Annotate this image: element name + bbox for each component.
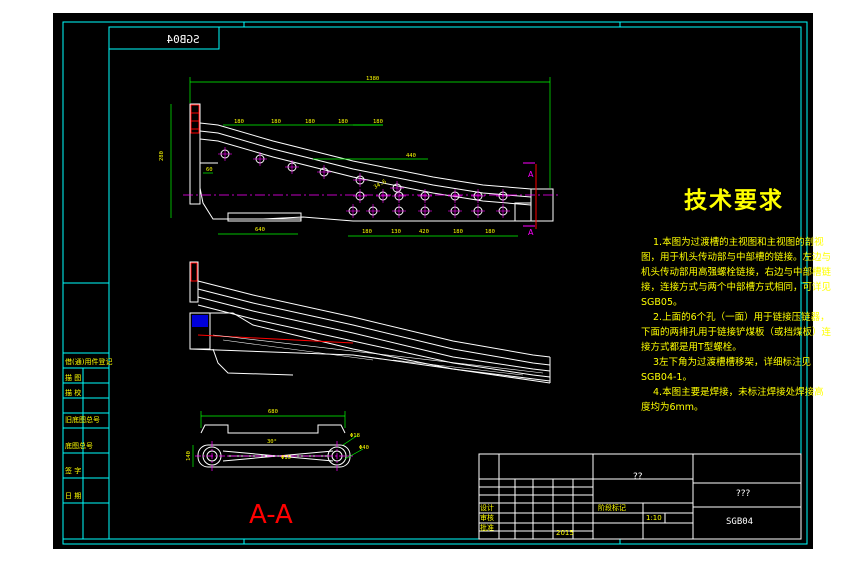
dim-section-width: 680 bbox=[268, 409, 278, 415]
scale-value: 1:10 bbox=[646, 514, 662, 522]
dim-text-34: 34.6 bbox=[373, 179, 387, 191]
section-hatch-blue bbox=[192, 315, 208, 327]
date-value: 2015 bbox=[556, 529, 574, 537]
requirement-note: 1.本图为过渡槽的主视图和主视图的剖视图，用于机头传动部与中部槽的链接。左边与机… bbox=[641, 237, 832, 308]
dim-spacing-b: 180 bbox=[271, 119, 281, 125]
dim-bot-180a: 180 bbox=[362, 229, 372, 235]
title-block-text: ?? ??? SGB04 阶段标记 1:10 设计 审核 批准 2015 bbox=[480, 472, 753, 537]
strip-label: 签 字 bbox=[65, 466, 81, 475]
dim-bottom-640: 640 bbox=[255, 227, 265, 233]
main-dim-text: 1380 180 180 180 180 180 440 640 180 130… bbox=[159, 76, 495, 235]
dim-hole-dia: Φ18 bbox=[350, 433, 360, 439]
dim-spacing-c: 180 bbox=[305, 119, 315, 125]
dim-rod-dia: Φ40 bbox=[359, 445, 369, 451]
approve-label: 批准 bbox=[480, 523, 494, 532]
check-label: 审核 bbox=[480, 513, 494, 522]
strip-label: 借(通)用件登记 bbox=[65, 357, 112, 366]
drawing-code-titleblock: SGB04 bbox=[726, 517, 753, 527]
main-view bbox=[189, 103, 554, 222]
dim-bot-130: 130 bbox=[391, 229, 401, 235]
drawing-code-topleft: SGB04 bbox=[166, 33, 199, 46]
company-name: ??? bbox=[736, 489, 751, 499]
strip-label: 日 期 bbox=[65, 492, 81, 500]
section-mark-bottom: A bbox=[528, 228, 534, 237]
requirements-title: 技术要求 bbox=[684, 188, 784, 214]
sectional-view bbox=[189, 261, 551, 384]
dim-left-60: 60 bbox=[206, 167, 213, 173]
dim-spacing-d: 180 bbox=[338, 119, 348, 125]
requirement-note: 3左下角为过渡槽槽移架，详细标注见SGB04-1。 bbox=[641, 357, 812, 383]
strip-label: 旧底图总号 bbox=[65, 415, 100, 424]
part-name: ?? bbox=[633, 472, 643, 482]
dim-bot-180c: 180 bbox=[485, 229, 495, 235]
dim-spacing-a: 180 bbox=[234, 119, 244, 125]
dim-spacing-e: 180 bbox=[373, 119, 383, 125]
strip-label: 描 图 bbox=[65, 373, 81, 382]
strip-label: 底图总号 bbox=[65, 441, 93, 450]
dim-height-280: 280 bbox=[159, 151, 165, 161]
aa-section-view bbox=[197, 424, 351, 468]
cad-viewport[interactable]: 1380 180 180 180 180 180 440 640 180 130… bbox=[53, 13, 831, 549]
dim-phi15: Φ15 bbox=[281, 455, 291, 461]
section-mark-top: A bbox=[528, 170, 534, 179]
requirement-note: 4.本图主要是焊接，未标注焊接处焊接高度均为6mm。 bbox=[641, 387, 824, 413]
stage-label: 阶段标记 bbox=[598, 503, 626, 512]
dim-section-height: 140 bbox=[186, 451, 192, 461]
dim-span-440: 440 bbox=[406, 153, 416, 159]
dim-bot-420: 420 bbox=[419, 229, 429, 235]
section-red-accents bbox=[190, 262, 354, 344]
requirements-notes: 1.本图为过渡槽的主视图和主视图的剖视图，用于机头传动部与中部槽的链接。左边与机… bbox=[641, 235, 831, 415]
dim-angle: 30° bbox=[267, 439, 277, 445]
requirement-note: 2.上面的6个孔（一面）用于链接压链器，下面的两排孔用于链接铲煤板（或挡煤板）连… bbox=[641, 312, 832, 353]
dim-bot-180b: 180 bbox=[453, 229, 463, 235]
dim-overall-length: 1380 bbox=[366, 76, 379, 82]
aa-dimensions bbox=[192, 411, 364, 467]
section-label-aa: A-A bbox=[249, 500, 293, 530]
strip-label: 描 校 bbox=[65, 388, 81, 397]
designer-label: 设计 bbox=[480, 503, 494, 512]
